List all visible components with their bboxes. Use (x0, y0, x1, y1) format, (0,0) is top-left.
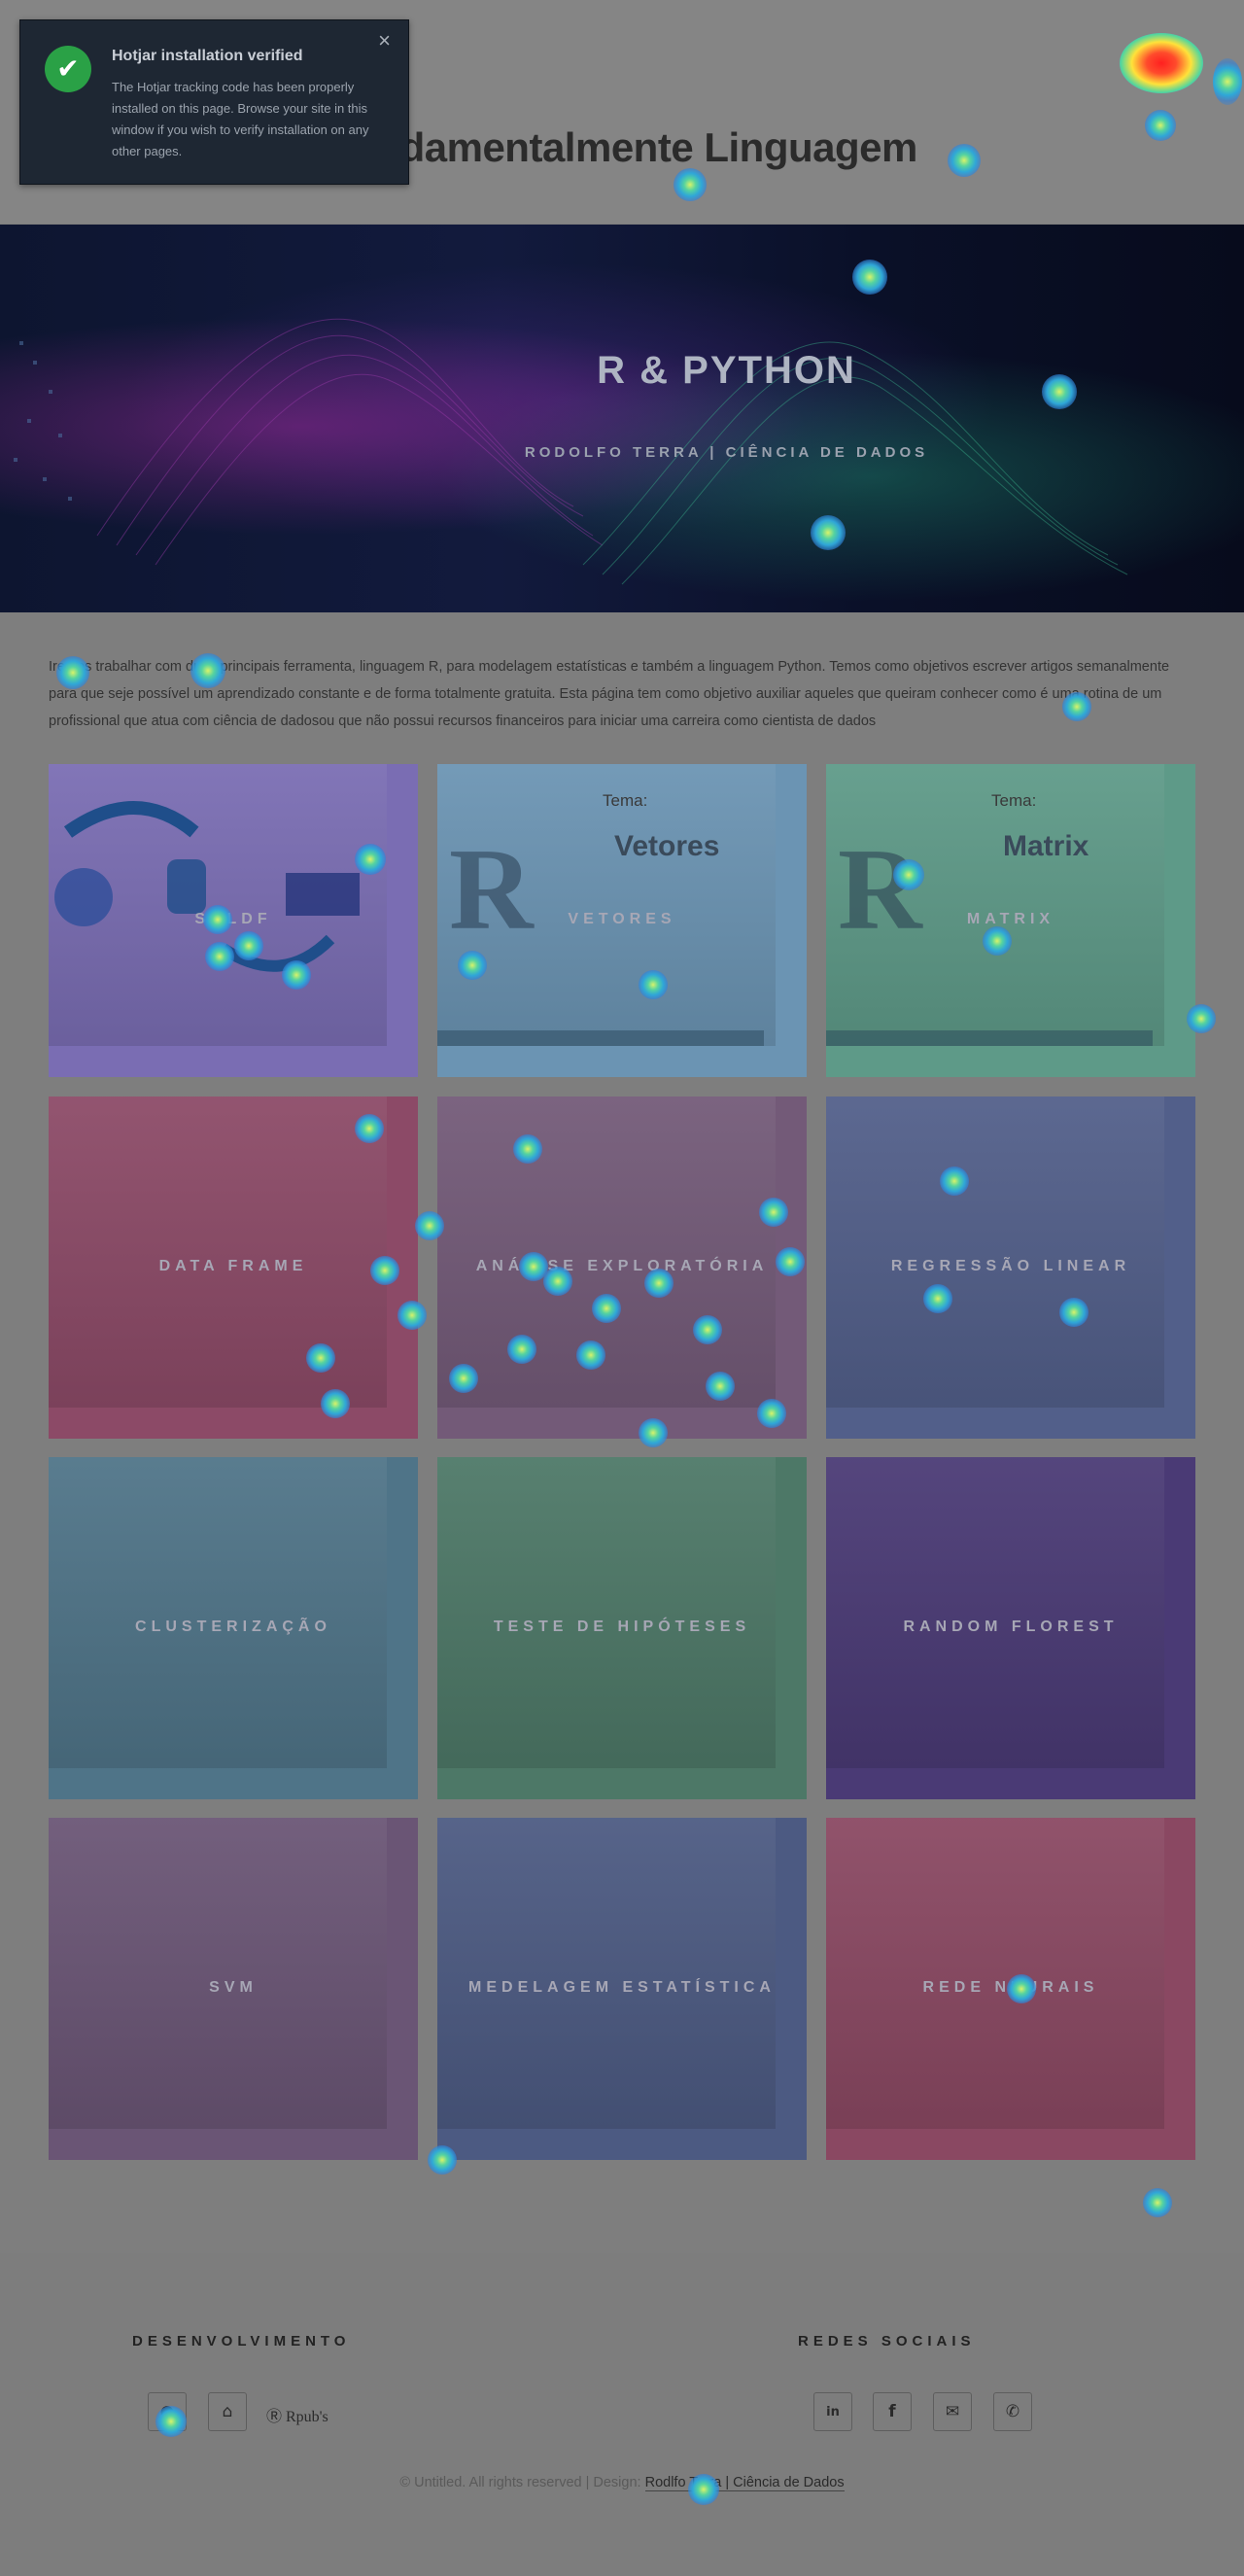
social-heading: REDES SOCIAIS (798, 2333, 976, 2350)
card-thumbnail (437, 1097, 776, 1408)
topic-card[interactable]: ANÁLISE EXPLORATÓRIA (437, 1097, 807, 1439)
topic-card[interactable]: R Tema: Vetores VETORES (437, 764, 807, 1077)
github-icon[interactable]: ● (148, 2392, 187, 2431)
topic-card[interactable]: TESTE DE HIPÓTESES (437, 1457, 807, 1799)
card-thumbnail (49, 764, 387, 1046)
card-label: MEDELAGEM ESTATÍSTICA (468, 1979, 776, 1996)
card-thumbnail (826, 1457, 1164, 1768)
facebook-icon[interactable]: f (873, 2392, 912, 2431)
card-label: RANDOM FLOREST (903, 1619, 1119, 1635)
card-thumbnail (826, 1097, 1164, 1408)
thumb-tema: Tema: (603, 791, 648, 810)
hero-subtitle-text: RODOLFO TERRA | CIÊNCIA DE DADOS (524, 444, 929, 461)
card-label: SQLDF (194, 911, 272, 927)
card-thumbnail (49, 1097, 387, 1408)
thumb-word: Vetores (614, 830, 720, 862)
notification-body: The Hotjar tracking code has been proper… (112, 80, 369, 158)
heatmap-click-spot (1143, 2188, 1172, 2217)
card-label: SVM (209, 1979, 258, 1996)
topic-card[interactable]: RANDOM FLOREST (826, 1457, 1195, 1799)
thumb-tema: Tema: (991, 791, 1037, 810)
sqldf-illustration (54, 801, 360, 972)
card-label: VETORES (568, 911, 676, 927)
home-icon[interactable]: ⌂ (208, 2392, 247, 2431)
hotjar-notification: ✔ Hotjar installation verified The Hotja… (19, 19, 409, 185)
topic-card[interactable]: REDE NEURAIS (826, 1818, 1195, 2160)
close-icon[interactable]: × (378, 28, 391, 53)
copyright: © Untitled. All rights reserved | Design… (0, 2475, 1244, 2491)
topic-card[interactable]: R Tema: Matrix MATRIX (826, 764, 1195, 1077)
copyright-text: © Untitled. All rights reserved | Design… (399, 2475, 645, 2490)
designer-link[interactable]: Rodlfo Terra | Ciência de Dados (644, 2475, 845, 2491)
hero-title: R & PYTHON (0, 349, 1244, 393)
card-label: REGRESSÃO LINEAR (890, 1258, 1131, 1274)
email-icon[interactable]: ✉ (933, 2392, 972, 2431)
card-label: REDE NEURAIS (922, 1979, 1099, 1996)
linkedin-icon[interactable]: in (813, 2392, 852, 2431)
thumb-word: Matrix (1003, 830, 1089, 862)
card-label: TESTE DE HIPÓTESES (493, 1619, 751, 1635)
card-thumbnail (49, 1818, 387, 2129)
card-thumbnail: R Tema: Matrix (826, 764, 1164, 1046)
card-label: MATRIX (966, 911, 1055, 927)
rpubs-link[interactable]: Ⓡ Rpub's (266, 2403, 328, 2426)
card-thumbnail (49, 1457, 387, 1768)
intro-paragraph: Iremos trabalhar com duas principais fer… (49, 659, 1170, 729)
footer (0, 2253, 1244, 2576)
r-logo: R (449, 824, 534, 954)
topic-card[interactable]: SQLDF (49, 764, 418, 1077)
hero-background-art (14, 318, 1128, 585)
notification-title: Hotjar installation verified (112, 48, 303, 64)
hero-title-text: R & PYTHON (597, 349, 856, 392)
card-thumbnail (437, 1818, 776, 2129)
topic-card[interactable]: CLUSTERIZAÇÃO (49, 1457, 418, 1799)
card-thumbnail: R Tema: Vetores (437, 764, 776, 1046)
topic-card[interactable]: DATA FRAME (49, 1097, 418, 1439)
topic-card[interactable]: MEDELAGEM ESTATÍSTICA (437, 1818, 807, 2160)
phone-icon[interactable]: ✆ (993, 2392, 1032, 2431)
dev-heading: DESENVOLVIMENTO (132, 2333, 351, 2350)
card-label: CLUSTERIZAÇÃO (135, 1619, 331, 1635)
card-thumbnail (826, 1818, 1164, 2129)
hero-banner: R & PYTHON RODOLFO TERRA | CIÊNCIA DE DA… (0, 225, 1244, 612)
check-icon: ✔ (45, 46, 91, 92)
card-label: DATA FRAME (158, 1258, 308, 1274)
r-logo: R (838, 824, 922, 954)
hero-subtitle: RODOLFO TERRA | CIÊNCIA DE DADOS (0, 444, 1244, 461)
card-thumbnail (437, 1457, 776, 1768)
thumb-bar (826, 1030, 1153, 1046)
topic-card[interactable]: SVM (49, 1818, 418, 2160)
topic-card[interactable]: REGRESSÃO LINEAR (826, 1097, 1195, 1439)
thumb-bar (437, 1030, 764, 1046)
card-label: ANÁLISE EXPLORATÓRIA (475, 1258, 769, 1274)
